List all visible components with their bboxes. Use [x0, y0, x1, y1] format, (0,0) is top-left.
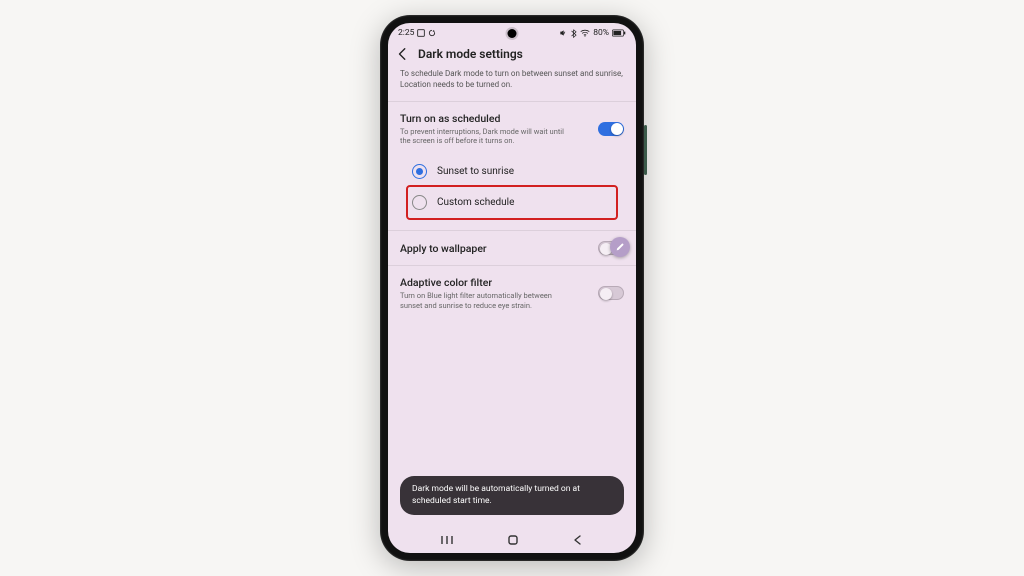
page-header: Dark mode settings — [388, 43, 636, 67]
section-scheduled: Turn on as scheduled To prevent interrup… — [388, 102, 636, 231]
nav-back[interactable] — [572, 534, 584, 546]
bluetooth-icon — [570, 29, 577, 38]
edit-pencil-badge[interactable] — [610, 237, 630, 257]
navigation-bar — [388, 527, 636, 553]
battery-icon — [612, 29, 626, 37]
wifi-icon — [580, 29, 590, 37]
radio-sunset-to-sunrise[interactable]: Sunset to sunrise — [408, 156, 616, 187]
adaptive-title: Adaptive color filter — [400, 276, 570, 289]
toast-message: Dark mode will be automatically turned o… — [400, 476, 624, 515]
pencil-icon — [615, 242, 625, 252]
radio-label: Custom schedule — [437, 197, 514, 208]
nav-home[interactable] — [506, 533, 520, 547]
scheduled-title: Turn on as scheduled — [400, 112, 570, 125]
radio-icon-selected — [412, 164, 427, 179]
content-area: Dark mode will be automatically turned o… — [388, 321, 636, 527]
page-title: Dark mode settings — [418, 47, 523, 61]
battery-percentage: 80% — [593, 28, 609, 38]
volume-icon — [559, 29, 567, 37]
scheduled-subtitle: To prevent interruptions, Dark mode will… — [400, 127, 570, 147]
scheduled-toggle[interactable] — [598, 122, 624, 136]
radio-custom-schedule[interactable]: Custom schedule — [408, 187, 616, 218]
recent-apps-icon — [417, 29, 425, 37]
back-icon[interactable] — [396, 47, 410, 61]
section-adaptive-color-filter[interactable]: Adaptive color filter Turn on Blue light… — [388, 266, 636, 321]
phone-screen: 2:25 80% Dark mode settings To schedu — [388, 23, 636, 553]
phone-frame: 2:25 80% Dark mode settings To schedu — [380, 15, 644, 561]
adaptive-toggle[interactable] — [598, 286, 624, 300]
refresh-icon — [428, 29, 436, 37]
status-time: 2:25 — [398, 28, 414, 38]
radio-icon-unselected — [412, 195, 427, 210]
wallpaper-title: Apply to wallpaper — [400, 242, 487, 255]
adaptive-subtitle: Turn on Blue light filter automatically … — [400, 291, 570, 311]
location-hint-text: To schedule Dark mode to turn on between… — [388, 67, 636, 102]
nav-recents[interactable] — [440, 534, 454, 546]
radio-label: Sunset to sunrise — [437, 166, 514, 177]
section-apply-to-wallpaper[interactable]: Apply to wallpaper — [388, 231, 636, 266]
front-camera-hole — [508, 29, 517, 38]
